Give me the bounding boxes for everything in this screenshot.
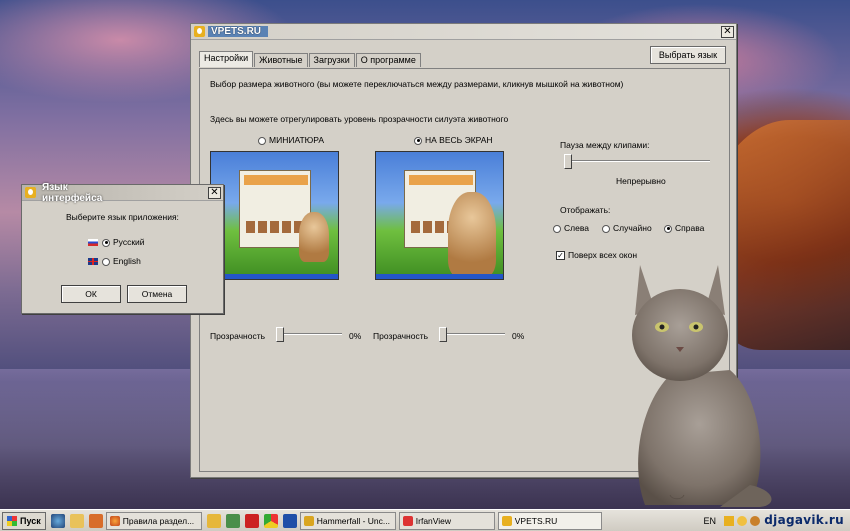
- screen-icon[interactable]: [282, 513, 297, 528]
- puppy-image-large: [448, 192, 496, 277]
- choose-language-button[interactable]: Выбрать язык: [650, 46, 726, 64]
- taskbar-button-vpets[interactable]: VPETS.RU: [497, 511, 602, 530]
- display-left-label: Слева: [564, 223, 589, 233]
- language-dialog: Язык интерфейса ✕ Выберите язык приложен…: [21, 181, 224, 314]
- display-random-radio[interactable]: [602, 224, 610, 233]
- tab-animals[interactable]: Животные: [254, 53, 308, 67]
- slider-knob[interactable]: [564, 154, 572, 169]
- preview-taskbar: [376, 274, 503, 279]
- taskbar-button-label: Hammerfall - Unc...: [316, 515, 390, 526]
- taskbar-button-label: VPETS.RU: [514, 515, 558, 526]
- puppy-image-small: [299, 212, 329, 262]
- preview-taskbar: [211, 274, 338, 279]
- pause-slider[interactable]: [564, 154, 710, 169]
- windows-logo-icon: [7, 515, 17, 526]
- miniature-label: МИНИАТЮРА: [269, 135, 324, 145]
- transparency-slider-miniature[interactable]: [276, 327, 342, 342]
- main-window-title: VPETS.RU: [208, 26, 268, 37]
- tray-app-icon[interactable]: [750, 516, 760, 526]
- firefox-icon: [109, 515, 120, 526]
- pause-value: Непрерывно: [616, 176, 666, 186]
- taskbar-button-label: Правила раздел...: [122, 515, 195, 526]
- slider-knob[interactable]: [439, 327, 447, 342]
- display-option-left[interactable]: Слева: [553, 223, 589, 233]
- miniature-radio[interactable]: [258, 136, 266, 145]
- display-left-radio[interactable]: [553, 224, 561, 233]
- close-icon[interactable]: ✕: [208, 186, 221, 199]
- transparency-value-miniature: 0%: [349, 331, 362, 341]
- language-option-english[interactable]: English: [88, 256, 141, 266]
- ok-button[interactable]: ОК: [61, 285, 121, 303]
- tab-settings[interactable]: Настройки: [199, 51, 254, 67]
- transparency-label-fullscreen: Прозрачность: [373, 331, 429, 341]
- cancel-button[interactable]: Отмена: [127, 285, 187, 303]
- winamp-icon: [303, 515, 314, 526]
- slider-track: [276, 333, 342, 335]
- folder-icon[interactable]: [69, 513, 84, 528]
- language-option-russian[interactable]: Русский: [88, 237, 145, 247]
- taskbar-button-irfanview[interactable]: IrfanView: [398, 511, 495, 530]
- flag-ru-icon: [88, 239, 98, 247]
- ie-icon[interactable]: [50, 513, 65, 528]
- transparency-label-miniature: Прозрачность: [210, 331, 266, 341]
- close-icon[interactable]: ✕: [721, 25, 734, 38]
- transparency-hint-text: Здесь вы можете отрегулировать уровень п…: [210, 114, 509, 124]
- language-dialog-titlebar[interactable]: Язык интерфейса ✕: [22, 181, 223, 204]
- irfanview-icon: [402, 515, 413, 526]
- taskbar: Пуск Правила раздел... Hammerfall - Unc.…: [0, 509, 850, 531]
- display-option-random[interactable]: Случайно: [602, 223, 652, 233]
- chrome-icon[interactable]: [263, 513, 278, 528]
- tray-app-icon[interactable]: [724, 516, 734, 526]
- start-label: Пуск: [20, 515, 41, 526]
- vpets-app-icon: [25, 187, 36, 198]
- fullscreen-radio[interactable]: [414, 136, 422, 145]
- pause-label: Пауза между клипами:: [560, 140, 650, 150]
- display-right-label: Справа: [675, 223, 705, 233]
- media-icon[interactable]: [88, 513, 103, 528]
- english-label: English: [113, 256, 141, 266]
- language-indicator[interactable]: EN: [703, 516, 716, 526]
- russian-radio[interactable]: [102, 238, 110, 247]
- taskbar-button-winamp[interactable]: Hammerfall - Unc...: [299, 511, 396, 530]
- tray-app-icon[interactable]: [737, 516, 747, 526]
- opera-icon[interactable]: [244, 513, 259, 528]
- miniature-preview-image[interactable]: [210, 151, 339, 280]
- cat-pet-image[interactable]: [600, 255, 780, 510]
- transparency-slider-fullscreen[interactable]: [439, 327, 505, 342]
- transparency-value-fullscreen: 0%: [512, 331, 525, 341]
- display-random-label: Случайно: [613, 223, 652, 233]
- size-option-miniature[interactable]: МИНИАТЮРА: [258, 135, 324, 145]
- display-right-radio[interactable]: [664, 224, 672, 233]
- tab-bar: Настройки Животные Загрузки О программе: [199, 51, 422, 67]
- vpets-icon: [501, 515, 512, 526]
- language-dialog-title: Язык интерфейса: [42, 181, 103, 204]
- display-option-right[interactable]: Справа: [664, 223, 704, 233]
- fullscreen-preview-image[interactable]: [375, 151, 504, 280]
- size-option-fullscreen[interactable]: НА ВЕСЬ ЭКРАН: [414, 135, 493, 145]
- flag-uk-icon: [88, 258, 98, 266]
- language-prompt: Выберите язык приложения:: [66, 212, 179, 222]
- tab-downloads[interactable]: Загрузки: [308, 53, 355, 67]
- always-on-top-checkbox[interactable]: ✓: [556, 251, 565, 261]
- taskbar-button-firefox[interactable]: Правила раздел...: [105, 511, 202, 530]
- slider-knob[interactable]: [276, 327, 284, 342]
- english-radio[interactable]: [102, 257, 110, 266]
- fullscreen-label: НА ВЕСЬ ЭКРАН: [425, 135, 493, 145]
- russian-label: Русский: [113, 237, 145, 247]
- folder-icon[interactable]: [206, 513, 221, 528]
- app-icon[interactable]: [225, 513, 240, 528]
- slider-track: [439, 333, 505, 335]
- size-hint-text: Выбор размера животного (вы можете перек…: [210, 79, 624, 89]
- start-button[interactable]: Пуск: [2, 511, 46, 530]
- main-window-titlebar[interactable]: VPETS.RU ✕: [191, 24, 736, 40]
- display-label: Отображать:: [560, 205, 611, 215]
- tab-about[interactable]: О программе: [355, 53, 421, 67]
- vpets-app-icon: [194, 26, 205, 37]
- slider-track: [564, 160, 710, 162]
- taskbar-button-label: IrfanView: [415, 515, 452, 526]
- watermark-text: djagavik.ru: [764, 513, 844, 527]
